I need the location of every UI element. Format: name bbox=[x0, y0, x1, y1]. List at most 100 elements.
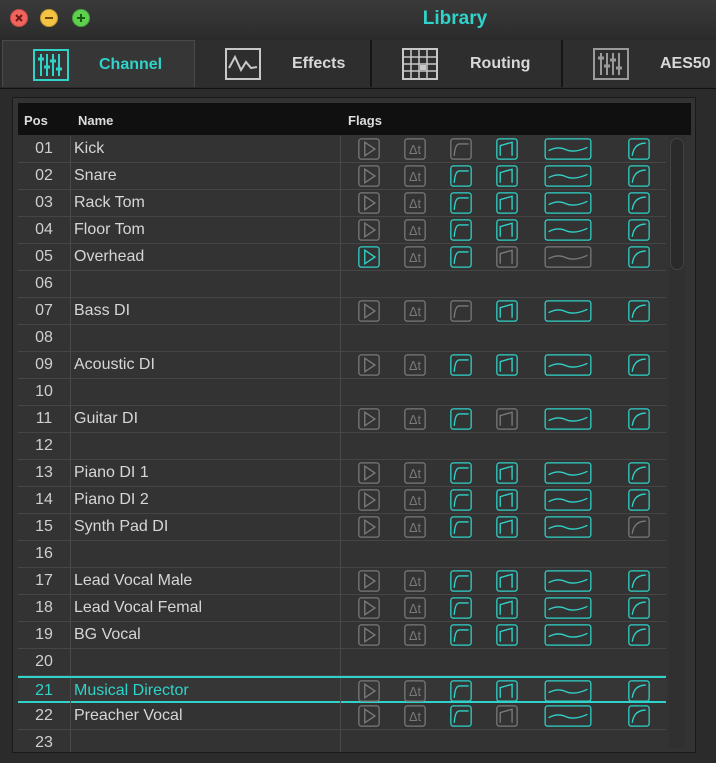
table-row[interactable]: 08 bbox=[18, 325, 666, 352]
table-row[interactable]: 21 Musical Director Δt bbox=[18, 676, 666, 704]
dynamics-flag-icon[interactable] bbox=[494, 570, 520, 592]
compressor-flag-icon[interactable] bbox=[626, 624, 652, 646]
delta-time-flag-icon[interactable]: Δt bbox=[402, 680, 428, 702]
tab-routing[interactable]: Routing bbox=[372, 40, 563, 87]
dynamics-flag-icon[interactable] bbox=[494, 489, 520, 511]
play-flag-icon[interactable] bbox=[356, 246, 382, 268]
gate-flag-icon[interactable] bbox=[448, 300, 474, 322]
compressor-flag-icon[interactable] bbox=[626, 408, 652, 430]
eq-flag-icon[interactable] bbox=[540, 246, 596, 268]
table-row[interactable]: 14 Piano DI 2 Δt bbox=[18, 487, 666, 514]
compressor-flag-icon[interactable] bbox=[626, 300, 652, 322]
dynamics-flag-icon[interactable] bbox=[494, 300, 520, 322]
table-row[interactable]: 17 Lead Vocal Male Δt bbox=[18, 568, 666, 595]
gate-flag-icon[interactable] bbox=[448, 165, 474, 187]
table-row[interactable]: 11 Guitar DI Δt bbox=[18, 406, 666, 433]
play-flag-icon[interactable] bbox=[356, 165, 382, 187]
delta-time-flag-icon[interactable]: Δt bbox=[402, 246, 428, 268]
gate-flag-icon[interactable] bbox=[448, 705, 474, 727]
play-flag-icon[interactable] bbox=[356, 462, 382, 484]
compressor-flag-icon[interactable] bbox=[626, 138, 652, 160]
compressor-flag-icon[interactable] bbox=[626, 516, 652, 538]
gate-flag-icon[interactable] bbox=[448, 246, 474, 268]
compressor-flag-icon[interactable] bbox=[626, 597, 652, 619]
gate-flag-icon[interactable] bbox=[448, 138, 474, 160]
table-row[interactable]: 05 Overhead Δt bbox=[18, 244, 666, 271]
compressor-flag-icon[interactable] bbox=[626, 192, 652, 214]
play-flag-icon[interactable] bbox=[356, 138, 382, 160]
eq-flag-icon[interactable] bbox=[540, 516, 596, 538]
eq-flag-icon[interactable] bbox=[540, 300, 596, 322]
table-row[interactable]: 09 Acoustic DI Δt bbox=[18, 352, 666, 379]
dynamics-flag-icon[interactable] bbox=[494, 516, 520, 538]
table-row[interactable]: 03 Rack Tom Δt bbox=[18, 190, 666, 217]
gate-flag-icon[interactable] bbox=[448, 219, 474, 241]
play-flag-icon[interactable] bbox=[356, 300, 382, 322]
delta-time-flag-icon[interactable]: Δt bbox=[402, 165, 428, 187]
table-row[interactable]: 12 bbox=[18, 433, 666, 460]
gate-flag-icon[interactable] bbox=[448, 516, 474, 538]
compressor-flag-icon[interactable] bbox=[626, 462, 652, 484]
play-flag-icon[interactable] bbox=[356, 192, 382, 214]
gate-flag-icon[interactable] bbox=[448, 489, 474, 511]
gate-flag-icon[interactable] bbox=[448, 597, 474, 619]
compressor-flag-icon[interactable] bbox=[626, 246, 652, 268]
eq-flag-icon[interactable] bbox=[540, 192, 596, 214]
eq-flag-icon[interactable] bbox=[540, 219, 596, 241]
dynamics-flag-icon[interactable] bbox=[494, 192, 520, 214]
play-flag-icon[interactable] bbox=[356, 354, 382, 376]
eq-flag-icon[interactable] bbox=[540, 489, 596, 511]
delta-time-flag-icon[interactable]: Δt bbox=[402, 138, 428, 160]
play-flag-icon[interactable] bbox=[356, 516, 382, 538]
dynamics-flag-icon[interactable] bbox=[494, 138, 520, 160]
gate-flag-icon[interactable] bbox=[448, 570, 474, 592]
tab-channel[interactable]: Channel bbox=[2, 40, 195, 87]
delta-time-flag-icon[interactable]: Δt bbox=[402, 624, 428, 646]
table-row[interactable]: 07 Bass DI Δt bbox=[18, 298, 666, 325]
gate-flag-icon[interactable] bbox=[448, 354, 474, 376]
delta-time-flag-icon[interactable]: Δt bbox=[402, 300, 428, 322]
play-flag-icon[interactable] bbox=[356, 624, 382, 646]
table-row[interactable]: 18 Lead Vocal Femal Δt bbox=[18, 595, 666, 622]
gate-flag-icon[interactable] bbox=[448, 462, 474, 484]
scrollbar-thumb[interactable] bbox=[670, 138, 684, 270]
gate-flag-icon[interactable] bbox=[448, 624, 474, 646]
dynamics-flag-icon[interactable] bbox=[494, 705, 520, 727]
eq-flag-icon[interactable] bbox=[540, 354, 596, 376]
table-row[interactable]: 22 Preacher Vocal Δt bbox=[18, 703, 666, 730]
compressor-flag-icon[interactable] bbox=[626, 219, 652, 241]
eq-flag-icon[interactable] bbox=[540, 408, 596, 430]
table-row[interactable]: 15 Synth Pad DI Δt bbox=[18, 514, 666, 541]
eq-flag-icon[interactable] bbox=[540, 570, 596, 592]
delta-time-flag-icon[interactable]: Δt bbox=[402, 219, 428, 241]
compressor-flag-icon[interactable] bbox=[626, 570, 652, 592]
eq-flag-icon[interactable] bbox=[540, 680, 596, 702]
table-row[interactable]: 10 bbox=[18, 379, 666, 406]
vertical-scrollbar[interactable] bbox=[669, 136, 685, 748]
dynamics-flag-icon[interactable] bbox=[494, 246, 520, 268]
dynamics-flag-icon[interactable] bbox=[494, 354, 520, 376]
eq-flag-icon[interactable] bbox=[540, 624, 596, 646]
column-header-flags[interactable]: Flags bbox=[348, 113, 382, 128]
eq-flag-icon[interactable] bbox=[540, 597, 596, 619]
delta-time-flag-icon[interactable]: Δt bbox=[402, 516, 428, 538]
compressor-flag-icon[interactable] bbox=[626, 165, 652, 187]
eq-flag-icon[interactable] bbox=[540, 165, 596, 187]
play-flag-icon[interactable] bbox=[356, 489, 382, 511]
play-flag-icon[interactable] bbox=[356, 680, 382, 702]
dynamics-flag-icon[interactable] bbox=[494, 624, 520, 646]
play-flag-icon[interactable] bbox=[356, 705, 382, 727]
eq-flag-icon[interactable] bbox=[540, 138, 596, 160]
table-row[interactable]: 19 BG Vocal Δt bbox=[18, 622, 666, 649]
dynamics-flag-icon[interactable] bbox=[494, 219, 520, 241]
delta-time-flag-icon[interactable]: Δt bbox=[402, 705, 428, 727]
table-row[interactable]: 06 bbox=[18, 271, 666, 298]
column-header-name[interactable]: Name bbox=[78, 113, 113, 128]
dynamics-flag-icon[interactable] bbox=[494, 408, 520, 430]
eq-flag-icon[interactable] bbox=[540, 705, 596, 727]
compressor-flag-icon[interactable] bbox=[626, 680, 652, 702]
delta-time-flag-icon[interactable]: Δt bbox=[402, 570, 428, 592]
gate-flag-icon[interactable] bbox=[448, 192, 474, 214]
play-flag-icon[interactable] bbox=[356, 570, 382, 592]
dynamics-flag-icon[interactable] bbox=[494, 597, 520, 619]
